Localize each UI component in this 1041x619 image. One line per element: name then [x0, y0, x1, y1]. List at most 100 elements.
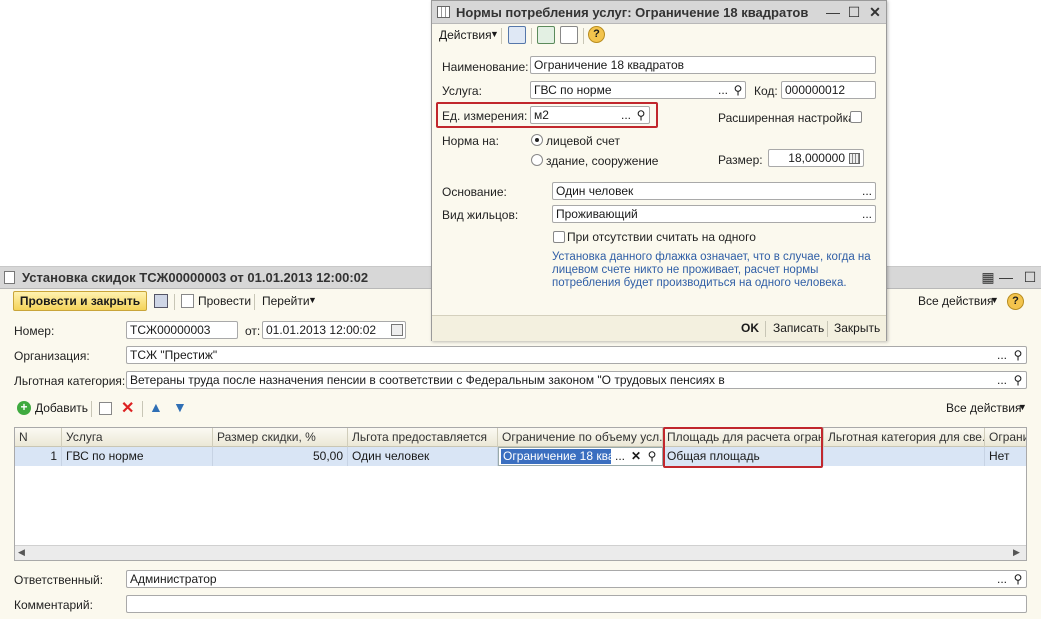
chevron-down-icon: ▼ [1018, 402, 1027, 412]
cell-n[interactable]: 1 [15, 447, 62, 466]
post-doc-icon[interactable] [181, 294, 194, 308]
date-label: от: [245, 324, 261, 338]
select-ellipsis-icon[interactable]: ... [995, 571, 1009, 587]
clear-icon[interactable]: ✕ [629, 448, 643, 464]
absent-checkbox[interactable] [553, 231, 565, 243]
chevron-down-icon: ▼ [990, 295, 999, 305]
maximize-icon[interactable]: ☐ [1022, 269, 1038, 285]
toolbar-separator [531, 28, 532, 44]
actions-menu[interactable]: Действия [439, 28, 492, 42]
table-row[interactable]: 1 ГВС по норме 50,00 Один человек Ограни… [15, 447, 1026, 466]
help-icon[interactable]: ? [1007, 293, 1024, 310]
close-button[interactable]: Закрыть [834, 321, 880, 335]
help-icon[interactable]: ? [588, 26, 605, 43]
save-button[interactable]: Записать [773, 321, 824, 335]
search-icon[interactable]: ⚲ [1011, 571, 1025, 587]
post-and-close-label: Провести и закрыть [19, 294, 141, 308]
name-field[interactable]: Ограничение 18 квадратов [530, 56, 876, 74]
calculator-icon[interactable] [849, 153, 860, 164]
comment-field[interactable] [126, 595, 1027, 613]
copy-icon[interactable] [560, 26, 578, 44]
code-label: Код: [754, 84, 778, 98]
column-header-limit[interactable]: Ограни [985, 428, 1026, 447]
move-down-icon[interactable]: ▼ [173, 399, 187, 415]
size-label: Размер: [718, 153, 763, 167]
select-ellipsis-icon[interactable]: ... [995, 347, 1009, 363]
advanced-label: Расширенная настройка [718, 111, 855, 125]
column-header-benefit[interactable]: Льгота предоставляется [348, 428, 498, 447]
search-icon[interactable]: ⚲ [634, 107, 648, 123]
scroll-right-icon[interactable]: ▶ [1013, 547, 1020, 558]
all-actions-menu[interactable]: Все действия [918, 294, 993, 308]
organization-field[interactable]: ТСЖ "Престиж" [126, 346, 1027, 364]
add-button[interactable]: Добавить [35, 401, 88, 415]
ok-button[interactable]: OK [741, 321, 759, 335]
search-icon[interactable]: ⚲ [731, 82, 745, 98]
toolbar-separator [91, 401, 92, 417]
absent-label[interactable]: При отсутствии считать на одного [567, 230, 756, 244]
organization-label: Организация: [14, 349, 90, 363]
column-header-volume-limit[interactable]: Ограничение по объему усл... [498, 428, 663, 447]
column-header-discount[interactable]: Размер скидки, % [213, 428, 348, 447]
date-field[interactable]: 01.01.2013 12:00:02 [262, 321, 406, 339]
column-header-n[interactable]: N [15, 428, 62, 447]
minimize-icon[interactable]: — [825, 4, 841, 20]
cell-service[interactable]: ГВС по норме [62, 447, 213, 466]
advanced-checkbox[interactable] [850, 111, 862, 123]
delete-icon[interactable]: ✕ [121, 398, 134, 418]
save-icon[interactable] [154, 294, 168, 308]
table-all-actions-menu[interactable]: Все действия [946, 401, 1021, 415]
toolbar-separator [583, 28, 584, 44]
basis-field[interactable]: Один человек [552, 182, 876, 200]
search-icon[interactable]: ⚲ [1011, 372, 1025, 388]
cell-discount[interactable]: 50,00 [213, 447, 348, 466]
post-icon[interactable] [508, 26, 526, 44]
chevron-down-icon: ▼ [490, 29, 499, 39]
refresh-icon[interactable] [537, 26, 555, 44]
select-ellipsis-icon[interactable]: ... [995, 372, 1009, 388]
cell-volume-limit[interactable]: Ограничение 18 квадр [501, 449, 611, 464]
cell-category[interactable] [824, 447, 985, 466]
cell-limit[interactable]: Нет [985, 447, 1026, 466]
column-header-category[interactable]: Льготная категория для све... [824, 428, 985, 447]
maximize-icon[interactable]: ☐ [846, 4, 862, 20]
search-icon[interactable]: ⚲ [645, 448, 659, 464]
horizontal-scrollbar[interactable]: ◀ ▶ [15, 545, 1026, 560]
toolbar-separator [765, 321, 766, 337]
cell-volume-limit-editor[interactable]: Ограничение 18 квадр ... ✕ ⚲ [498, 447, 663, 466]
post-button[interactable]: Провести [198, 294, 251, 308]
goto-menu[interactable]: Перейти [262, 294, 310, 308]
cell-benefit[interactable]: Один человек [348, 447, 498, 466]
hint-line-3: потребления будет производиться на одног… [552, 277, 847, 289]
toolbar-separator [142, 401, 143, 417]
select-ellipsis-icon[interactable]: ... [613, 448, 627, 464]
radio-account-label[interactable]: лицевой счет [546, 134, 620, 148]
select-ellipsis-icon[interactable]: ... [716, 82, 730, 98]
comment-label: Комментарий: [14, 598, 93, 612]
select-ellipsis-icon[interactable]: ... [860, 183, 874, 199]
add-icon[interactable]: + [17, 401, 31, 415]
calendar-icon[interactable] [391, 324, 403, 336]
radio-account[interactable] [531, 134, 543, 146]
menu-icon[interactable]: ▦ [980, 269, 996, 285]
responsible-field[interactable]: Администратор [126, 570, 1027, 588]
hint-line-1: Установка данного флажка означает, что в… [552, 251, 871, 263]
radio-building-label[interactable]: здание, сооружение [546, 154, 658, 168]
category-field[interactable]: Ветераны труда после назначения пенсии в… [126, 371, 1027, 389]
move-up-icon[interactable]: ▲ [149, 399, 163, 415]
select-ellipsis-icon[interactable]: ... [619, 107, 633, 123]
service-field[interactable]: ГВС по норме [530, 81, 746, 99]
minimize-icon[interactable]: — [998, 269, 1014, 285]
column-header-service[interactable]: Услуга [62, 428, 213, 447]
scroll-left-icon[interactable]: ◀ [18, 547, 25, 558]
services-table[interactable]: N Услуга Размер скидки, % Льгота предост… [14, 427, 1027, 561]
close-icon[interactable]: ✕ [867, 4, 883, 20]
post-and-close-button[interactable]: Провести и закрыть [13, 291, 147, 311]
residents-field[interactable]: Проживающий [552, 205, 876, 223]
copy-icon[interactable] [99, 402, 112, 415]
number-field[interactable]: ТСЖ00000003 [126, 321, 238, 339]
search-icon[interactable]: ⚲ [1011, 347, 1025, 363]
select-ellipsis-icon[interactable]: ... [860, 206, 874, 222]
code-field[interactable]: 000000012 [781, 81, 876, 99]
radio-building[interactable] [531, 154, 543, 166]
